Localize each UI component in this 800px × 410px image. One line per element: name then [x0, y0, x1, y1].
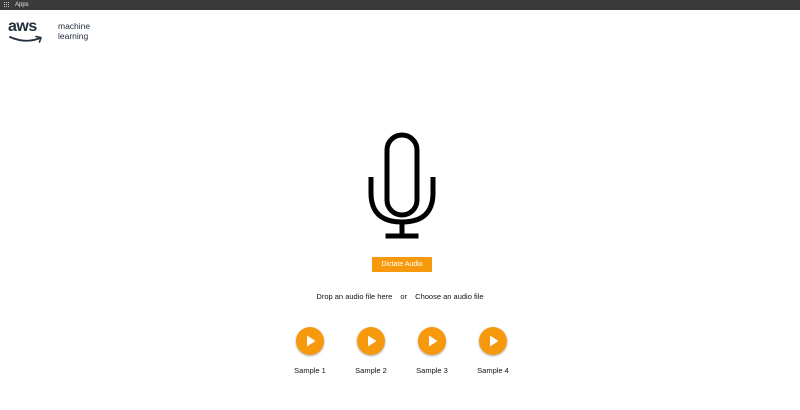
logo-product-name: machine learning — [58, 21, 90, 41]
microphone-icon[interactable] — [366, 132, 438, 240]
sample-1-play-button[interactable] — [296, 327, 324, 355]
sample-4-label: Sample 4 — [477, 366, 509, 375]
drop-audio-text[interactable]: Drop an audio file here — [316, 292, 392, 301]
apps-grid-icon[interactable] — [4, 2, 10, 8]
sample-3-label: Sample 3 — [416, 366, 448, 375]
sample-2-play-button[interactable] — [357, 327, 385, 355]
dictate-audio-button[interactable]: Dictate Audio — [372, 257, 432, 272]
logo-line-learning: learning — [58, 31, 89, 41]
audio-upload-area[interactable]: Drop an audio file here or Choose an aud… — [0, 292, 800, 302]
or-separator: or — [400, 292, 408, 301]
aws-smile-icon — [9, 35, 42, 43]
play-icon — [490, 335, 499, 347]
apps-bookmark-label[interactable]: Apps — [15, 0, 29, 10]
sample-3-play-button[interactable] — [418, 327, 446, 355]
bookmarks-bar: Apps — [0, 0, 800, 10]
play-icon — [307, 335, 316, 347]
play-icon — [368, 335, 377, 347]
logo-line-machine: machine — [58, 21, 91, 31]
logo-aws-text: aws — [8, 18, 37, 35]
sample-1-label: Sample 1 — [294, 366, 326, 375]
sample-item-4: Sample 4 — [468, 327, 518, 377]
play-icon — [429, 335, 438, 347]
sample-item-1: Sample 1 — [285, 327, 335, 377]
sample-2-label: Sample 2 — [355, 366, 387, 375]
sample-4-play-button[interactable] — [479, 327, 507, 355]
sample-item-2: Sample 2 — [346, 327, 396, 377]
choose-audio-file-link[interactable]: Choose an audio file — [415, 292, 483, 301]
aws-machine-learning-logo: aws machine learning — [8, 18, 98, 46]
sample-item-3: Sample 3 — [407, 327, 457, 377]
